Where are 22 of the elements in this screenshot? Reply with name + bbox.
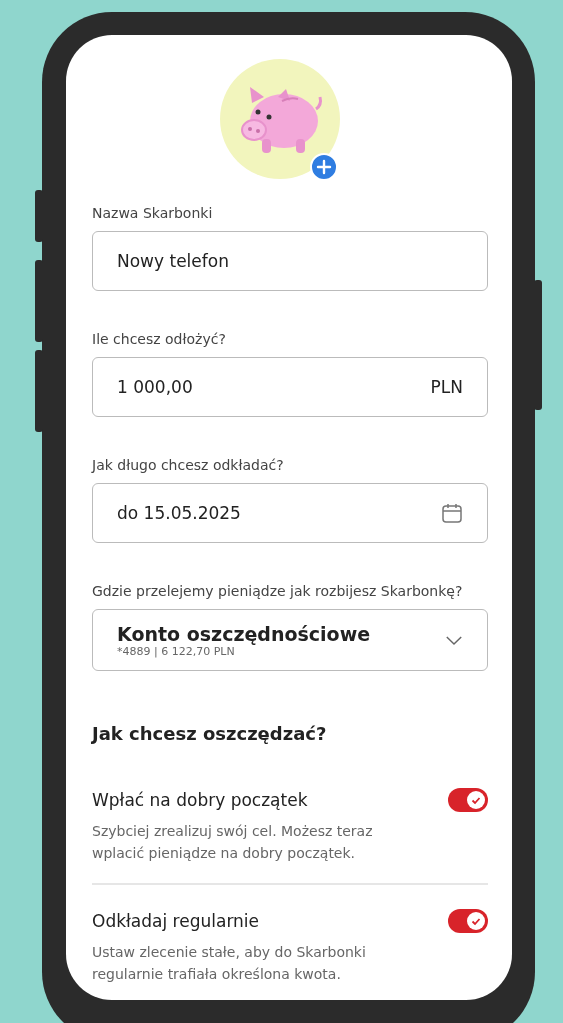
field-label: Jak długo chcesz odkładać? — [92, 457, 285, 473]
add-icon[interactable] — [310, 153, 338, 181]
field-label: Ile chcesz odłożyć? — [92, 331, 227, 347]
name-field[interactable]: Nowy telefon — [92, 231, 488, 291]
toggle-switch[interactable] — [448, 788, 488, 812]
option-description: Szybciej zrealizuj swój cel. Możesz teraz wplacić pieniądze na dobry początek. — [92, 822, 374, 864]
option-title: Wpłać na dobry początek — [92, 790, 308, 810]
amount-field[interactable]: 1 000,00 PLN — [92, 357, 488, 417]
account-detail: *4889 | 6 122,70 PLN — [117, 644, 235, 658]
option-description: Ustaw zlecenie stałe, aby do Skarbonki regularnie trafiała określona kwota. — [92, 942, 367, 985]
section-title: Jak chcesz oszczędzać? — [92, 723, 328, 744]
account-name: Konto oszczędnościowe — [117, 622, 372, 645]
toggle-switch[interactable] — [448, 908, 488, 933]
field-label: Nazwa Skarbonki — [92, 205, 214, 221]
option-title: Odkładaj regularnie — [92, 910, 260, 931]
calendar-icon — [441, 502, 463, 524]
chevron-down-icon — [445, 634, 463, 646]
date-field[interactable]: do 15.05.2025 — [92, 483, 488, 543]
piggy-bank-icon — [220, 59, 340, 179]
field-label: Gdzie przelejemy pieniądze jak rozbijesz Skarbonkę? — [92, 583, 464, 599]
account-select[interactable]: Konto oszczędnościowe *4889 | 6 122,70 PLN — [92, 609, 488, 671]
currency-label: PLN — [430, 377, 463, 397]
